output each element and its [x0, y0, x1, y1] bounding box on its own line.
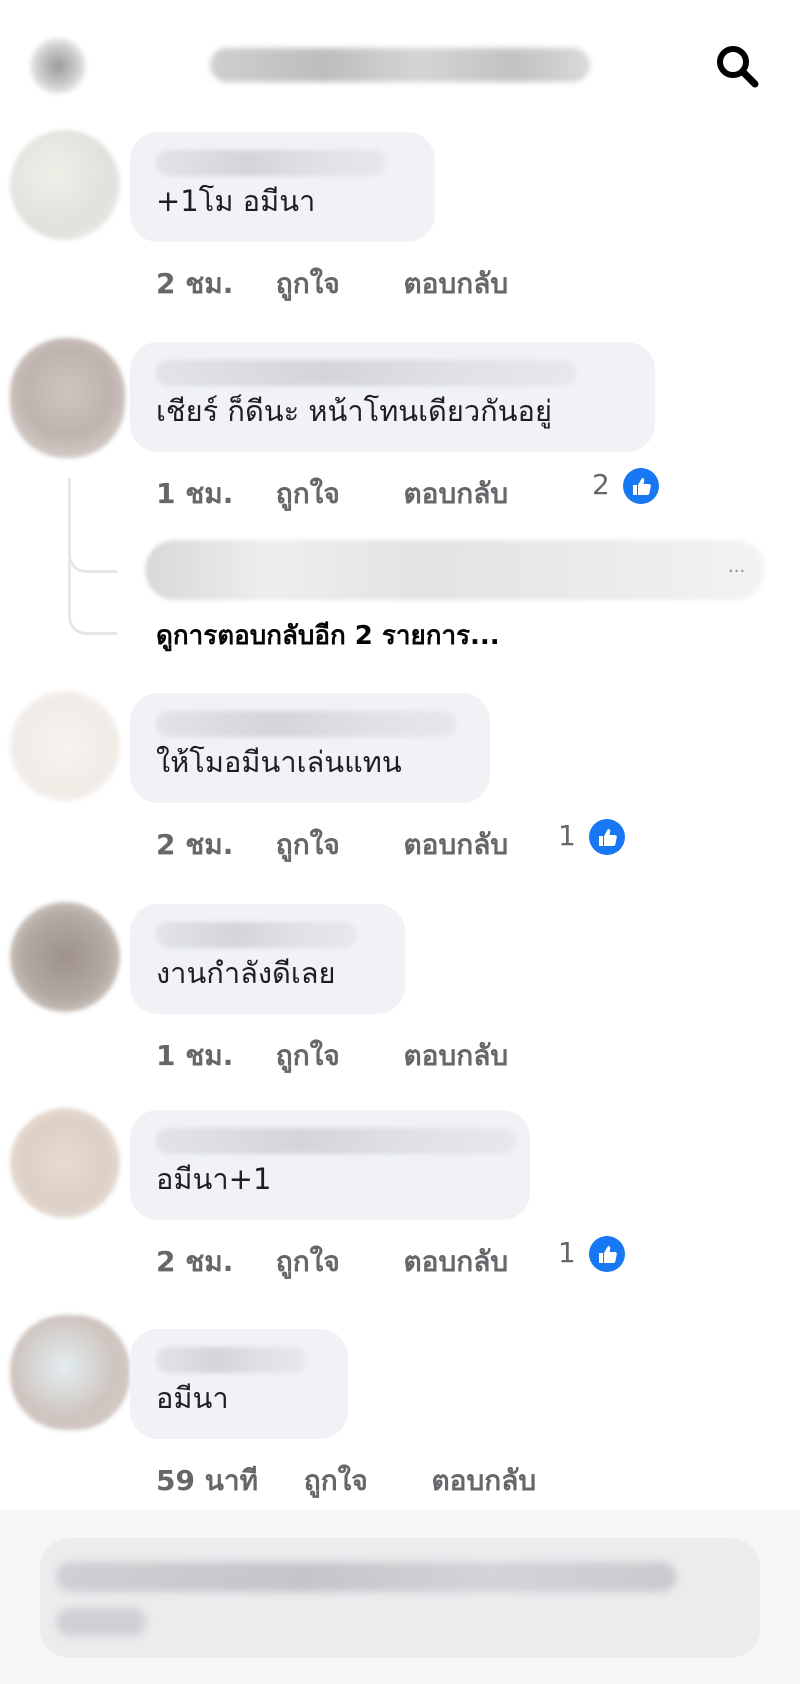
comment-time: 2 ชม. — [156, 267, 234, 300]
commenter-name-blurred[interactable] — [156, 1128, 516, 1154]
avatar[interactable] — [10, 338, 125, 458]
comment-time: 2 ชม. — [156, 1245, 234, 1278]
comment-text: +1โม อมีนา — [156, 184, 316, 218]
comment-time: 1 ชม. — [156, 1039, 234, 1072]
avatar[interactable] — [10, 130, 120, 240]
like-button[interactable]: ถูกใจ — [276, 1034, 394, 1078]
comment-time: 1 ชม. — [156, 477, 234, 510]
composer-placeholder-blurred — [56, 1608, 146, 1636]
comment-text: อมีนา — [156, 1381, 229, 1415]
comment-actions: 1 ชม. ถูกใจ ตอบกลับ — [156, 1034, 508, 1078]
reply-button[interactable]: ตอบกลับ — [404, 823, 509, 867]
reaction-count[interactable]: 1 — [558, 1236, 625, 1272]
thumbs-up-icon — [588, 1236, 625, 1272]
like-count: 1 — [558, 819, 576, 852]
comment-text: เชียร์ ก็ดีนะ หน้าโทนเดียวกันอยู่ — [156, 394, 552, 428]
comment-text: งานกำลังดีเลย — [156, 956, 336, 990]
search-icon[interactable] — [710, 38, 766, 94]
comment-input[interactable] — [40, 1538, 760, 1658]
page-title-blurred — [210, 48, 590, 82]
composer-placeholder-blurred — [56, 1562, 676, 1592]
comment-actions: 2 ชม. ถูกใจ ตอบกลับ — [156, 1240, 508, 1284]
comment-composer — [0, 1510, 800, 1684]
comment-time: 2 ชม. — [156, 828, 234, 861]
comment-bubble[interactable]: อมีนา — [130, 1329, 348, 1439]
reply-preview-blurred[interactable] — [145, 540, 765, 600]
comment-text: ให้โมอมีนาเล่นแทน — [156, 745, 402, 779]
reaction-count[interactable]: 2 — [592, 468, 659, 504]
reply-button[interactable]: ตอบกลับ — [404, 472, 509, 516]
commenter-name-blurred[interactable] — [156, 1347, 306, 1373]
commenter-name-blurred[interactable] — [156, 360, 576, 386]
reaction-count[interactable]: 1 — [558, 819, 625, 855]
reply-button[interactable]: ตอบกลับ — [404, 1240, 509, 1284]
thumbs-up-icon — [622, 468, 659, 504]
avatar[interactable] — [10, 691, 120, 801]
commenter-name-blurred[interactable] — [156, 711, 456, 737]
thread-line — [68, 560, 117, 635]
top-bar — [0, 0, 800, 125]
comment-actions: 2 ชม. ถูกใจ ตอบกลับ — [156, 262, 508, 306]
like-count: 2 — [592, 468, 610, 501]
comment-bubble[interactable]: ให้โมอมีนาเล่นแทน — [130, 693, 490, 803]
back-arrow-icon[interactable] — [30, 38, 86, 94]
like-button[interactable]: ถูกใจ — [304, 1459, 422, 1503]
like-count: 1 — [558, 1236, 576, 1269]
avatar[interactable] — [10, 902, 120, 1012]
like-button[interactable]: ถูกใจ — [276, 472, 394, 516]
reply-button[interactable]: ตอบกลับ — [404, 1034, 509, 1078]
comment-actions: 59 นาที ถูกใจ ตอบกลับ — [156, 1459, 536, 1503]
comment-actions: 1 ชม. ถูกใจ ตอบกลับ — [156, 472, 508, 516]
reply-button[interactable]: ตอบกลับ — [432, 1459, 537, 1503]
comment-text: อมีนา+1 — [156, 1162, 272, 1196]
comment-time: 59 นาที — [156, 1464, 259, 1497]
like-button[interactable]: ถูกใจ — [276, 262, 394, 306]
avatar[interactable] — [10, 1315, 130, 1430]
comment-actions: 2 ชม. ถูกใจ ตอบกลับ — [156, 823, 508, 867]
comment-bubble[interactable]: +1โม อมีนา — [130, 132, 435, 242]
comment-bubble[interactable]: เชียร์ ก็ดีนะ หน้าโทนเดียวกันอยู่ — [130, 342, 655, 452]
like-button[interactable]: ถูกใจ — [276, 1240, 394, 1284]
reply-button[interactable]: ตอบกลับ — [404, 262, 509, 306]
commenter-name-blurred[interactable] — [156, 922, 356, 948]
thread-line — [68, 478, 117, 573]
comment-bubble[interactable]: งานกำลังดีเลย — [130, 904, 405, 1014]
reply-ellipsis: ... — [728, 556, 746, 577]
avatar[interactable] — [10, 1108, 120, 1218]
view-more-replies-link[interactable]: ดูการตอบกลับอีก 2 รายการ... — [156, 615, 500, 656]
comment-bubble[interactable]: อมีนา+1 — [130, 1110, 530, 1220]
commenter-name-blurred[interactable] — [156, 150, 386, 176]
thumbs-up-icon — [588, 819, 625, 855]
like-button[interactable]: ถูกใจ — [276, 823, 394, 867]
